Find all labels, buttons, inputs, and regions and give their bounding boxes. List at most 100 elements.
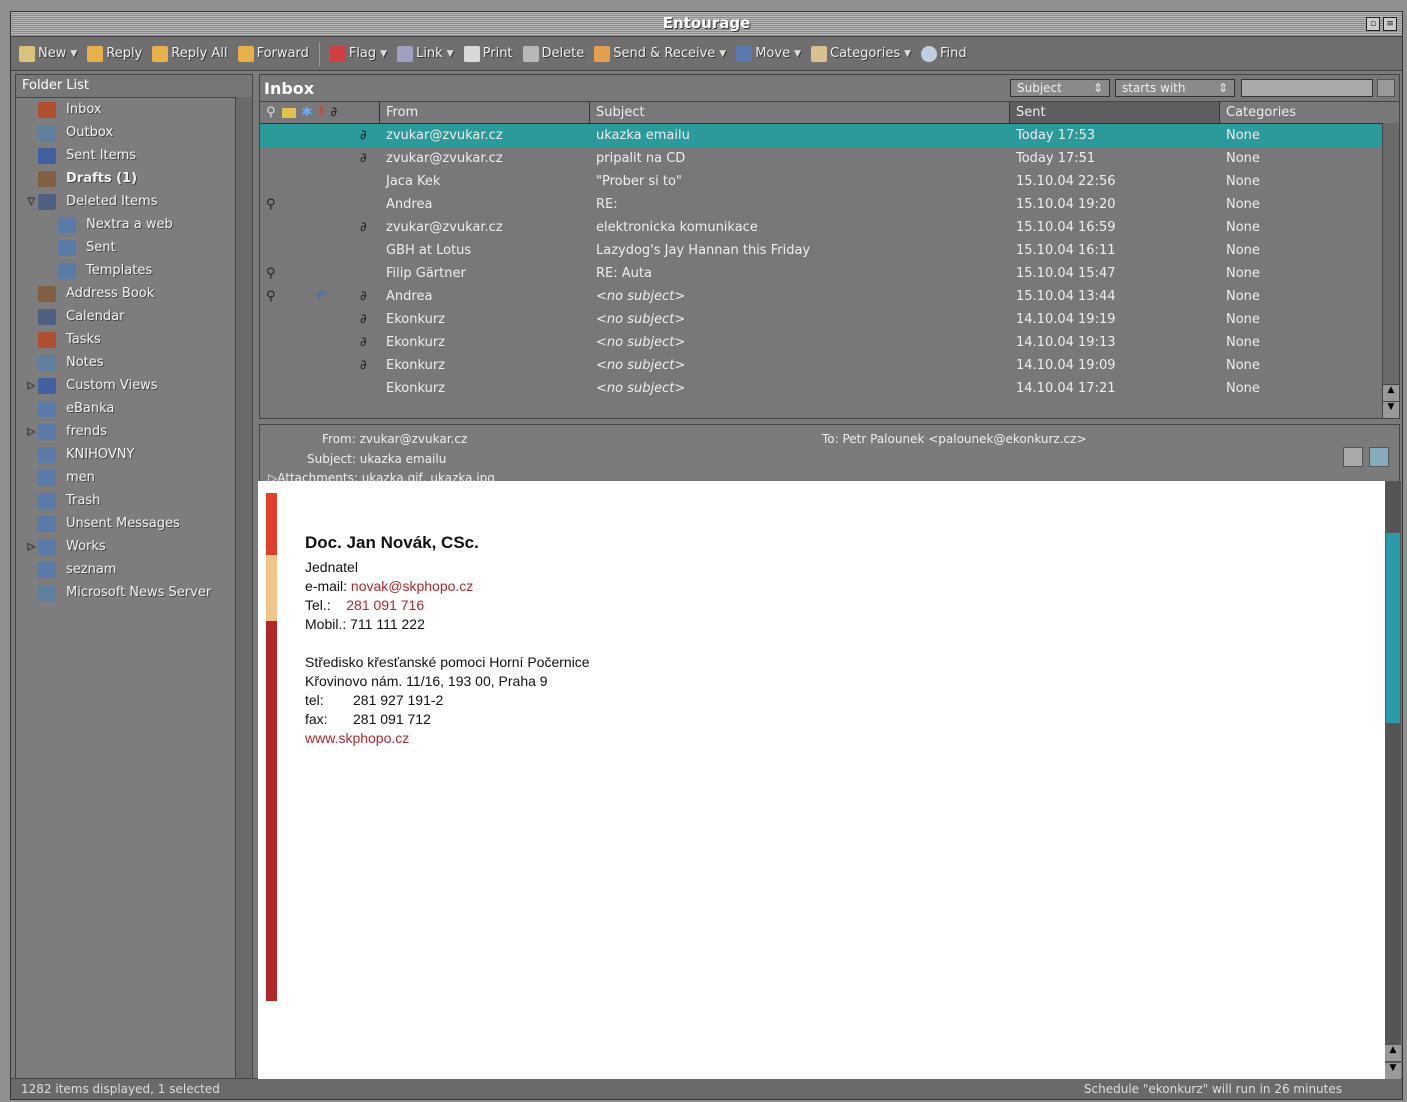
folder-item[interactable]: Templates bbox=[16, 259, 252, 282]
table-row[interactable]: ∂ Ekonkurz <no subject> 14.10.04 19:09 None bbox=[260, 354, 1399, 377]
cell-from: Ekonkurz bbox=[386, 358, 446, 373]
folder-item[interactable]: Notes bbox=[16, 351, 252, 374]
folder-icon bbox=[38, 538, 56, 555]
scroll-up-icon[interactable]: ▲ bbox=[1385, 1045, 1401, 1061]
forward-label: Forward bbox=[256, 46, 309, 61]
folder-item[interactable]: seznam bbox=[16, 558, 252, 581]
folder-item[interactable]: eBanka bbox=[16, 397, 252, 420]
icon-columns[interactable]: ⚲ ✱ ! ∂ bbox=[260, 102, 380, 123]
collapse-icon[interactable]: ≡ bbox=[1383, 17, 1397, 31]
email-link[interactable]: novak@skphopo.cz bbox=[351, 578, 473, 594]
column-sent[interactable]: Sent bbox=[1010, 102, 1220, 123]
send-receive-button[interactable]: Send & Receive ▼ bbox=[594, 45, 726, 62]
move-button[interactable]: Move ▼ bbox=[736, 45, 801, 62]
flag-button[interactable]: Flag ▼ bbox=[329, 45, 388, 62]
disclosure-triangle-icon[interactable]: ▽ bbox=[24, 196, 38, 207]
table-row[interactable]: ⚲ Andrea RE: 15.10.04 19:20 None bbox=[260, 193, 1399, 216]
column-subject[interactable]: Subject bbox=[590, 102, 1010, 123]
scroll-up-icon[interactable]: ▲ bbox=[1383, 384, 1399, 401]
paperclip-icon: ∂ bbox=[360, 289, 367, 304]
folder-item[interactable]: men bbox=[16, 466, 252, 489]
categories-button[interactable]: Categories ▼ bbox=[811, 45, 911, 62]
header-view-icon[interactable] bbox=[1343, 447, 1363, 467]
folder-item[interactable]: Address Book bbox=[16, 282, 252, 305]
folder-item-label: Outbox bbox=[66, 125, 114, 140]
signature-web-link[interactable]: www.skphopo.cz bbox=[305, 729, 590, 748]
title-bar[interactable]: Entourage ▫ ≡ bbox=[11, 12, 1402, 37]
reply-all-icon bbox=[152, 45, 169, 62]
row-status-icons: ∂ bbox=[260, 216, 380, 239]
paperclip-icon: ∂ bbox=[360, 312, 367, 327]
column-from[interactable]: From bbox=[380, 102, 590, 123]
folder-item[interactable]: ▷ Works bbox=[16, 535, 252, 558]
disclosure-triangle-icon[interactable]: ▷ bbox=[24, 426, 38, 437]
table-row[interactable]: Ekonkurz <no subject> 14.10.04 17:21 None bbox=[260, 377, 1399, 400]
reply-button[interactable]: Reply bbox=[87, 45, 143, 62]
table-row[interactable]: GBH at Lotus Lazydog's Jay Hannan this Fr… bbox=[260, 239, 1399, 262]
forward-button[interactable]: Forward bbox=[237, 45, 309, 62]
cell-sent: 15.10.04 13:44 bbox=[1016, 289, 1116, 304]
folder-item[interactable]: ▷ frends bbox=[16, 420, 252, 443]
folder-list-scrollbar[interactable] bbox=[235, 97, 252, 1078]
folder-item[interactable]: Trash bbox=[16, 489, 252, 512]
folder-item[interactable]: Calendar bbox=[16, 305, 252, 328]
find-button[interactable]: Find bbox=[921, 45, 967, 62]
scroll-down-icon[interactable]: ▼ bbox=[1385, 1063, 1401, 1079]
folder-item[interactable]: Nextra a web bbox=[16, 213, 252, 236]
new-button[interactable]: New ▼ bbox=[19, 45, 78, 62]
reply-label: Reply bbox=[106, 46, 143, 61]
folder-item[interactable]: Inbox bbox=[16, 98, 252, 121]
folder-item[interactable]: Sent bbox=[16, 236, 252, 259]
table-row[interactable]: Jaca Kek "Prober si to" 15.10.04 22:56 None bbox=[260, 170, 1399, 193]
cell-from: Andrea bbox=[386, 197, 433, 212]
print-button[interactable]: Print bbox=[463, 45, 513, 62]
disclosure-triangle-icon[interactable]: ▷ bbox=[24, 541, 38, 552]
body-scroll-thumb[interactable] bbox=[1386, 533, 1400, 723]
disclosure-triangle-icon[interactable]: ▷ bbox=[24, 380, 38, 391]
paperclip-icon: ∂ bbox=[360, 335, 367, 350]
magnifier-icon bbox=[921, 45, 938, 62]
folder-item[interactable]: KNIHOVNY bbox=[16, 443, 252, 466]
folder-item[interactable]: Sent Items bbox=[16, 144, 252, 167]
message-body-scrollbar[interactable]: ▲ ▼ bbox=[1385, 481, 1401, 1079]
fax-value: 281 091 712 bbox=[353, 711, 431, 727]
status-bar: 1282 items displayed, 1 selected Schedul… bbox=[11, 1078, 1402, 1099]
table-row[interactable]: ⚲ Filip Gärtner RE: Auta 15.10.04 15:47 None bbox=[260, 262, 1399, 285]
folder-item[interactable]: ▽ Deleted Items bbox=[16, 190, 252, 213]
outbox-icon bbox=[38, 124, 56, 141]
delete-button[interactable]: Delete bbox=[522, 45, 584, 62]
folder-item[interactable]: ▷ Custom Views bbox=[16, 374, 252, 397]
contact-icon[interactable] bbox=[1369, 447, 1389, 467]
filter-field-select[interactable]: Subject ⇕ bbox=[1010, 79, 1110, 97]
signature-tel-line: Tel.: 281 091 716 bbox=[305, 596, 590, 615]
table-row[interactable]: ⚲ ↶ ∂ Andrea <no subject> 15.10.04 13:44 None bbox=[260, 285, 1399, 308]
table-row[interactable]: ∂ Ekonkurz <no subject> 14.10.04 19:13 None bbox=[260, 331, 1399, 354]
zoom-icon[interactable]: ▫ bbox=[1366, 17, 1380, 31]
clear-filter-icon[interactable] bbox=[1377, 79, 1395, 97]
table-row[interactable]: ∂ zvukar@zvukar.cz elektronicka komunikace… bbox=[260, 216, 1399, 239]
filter-search-input[interactable] bbox=[1241, 79, 1373, 97]
table-row[interactable]: ∂ Ekonkurz <no subject> 14.10.04 19:19 None bbox=[260, 308, 1399, 331]
reply-all-button[interactable]: Reply All bbox=[152, 45, 228, 62]
filter-mode-select[interactable]: starts with ⇕ bbox=[1115, 79, 1235, 97]
folder-item[interactable]: Drafts (1) bbox=[16, 167, 252, 190]
folder-item[interactable]: Microsoft News Server bbox=[16, 581, 252, 604]
folder-item-label: Deleted Items bbox=[66, 194, 158, 209]
table-row[interactable]: ∂ zvukar@zvukar.cz pripalit na CD Today 17:… bbox=[260, 147, 1399, 170]
table-row[interactable]: ∂ zvukar@zvukar.cz ukazka emailu Today 17:5… bbox=[260, 124, 1399, 147]
message-rows: ∂ zvukar@zvukar.cz ukazka emailu Today 17:5… bbox=[260, 124, 1399, 400]
folder-item[interactable]: Tasks bbox=[16, 328, 252, 351]
dropdown-arrow-icon: ▼ bbox=[70, 48, 78, 59]
signature-mobil: Mobil.: 711 111 222 bbox=[305, 616, 425, 632]
message-list-scrollbar[interactable]: ▲ ▼ bbox=[1382, 123, 1399, 418]
select-arrows-icon: ⇕ bbox=[1092, 81, 1103, 95]
tel-value[interactable]: 281 091 716 bbox=[346, 597, 424, 613]
scroll-down-icon[interactable]: ▼ bbox=[1383, 401, 1399, 418]
folder-item[interactable]: Outbox bbox=[16, 121, 252, 144]
cell-sent: 14.10.04 19:13 bbox=[1016, 335, 1116, 350]
cell-category: None bbox=[1226, 381, 1260, 396]
column-categories[interactable]: Categories bbox=[1220, 102, 1380, 123]
dropdown-arrow-icon: ▼ bbox=[380, 48, 388, 59]
folder-item[interactable]: Unsent Messages bbox=[16, 512, 252, 535]
link-button[interactable]: Link ▼ bbox=[397, 45, 454, 62]
